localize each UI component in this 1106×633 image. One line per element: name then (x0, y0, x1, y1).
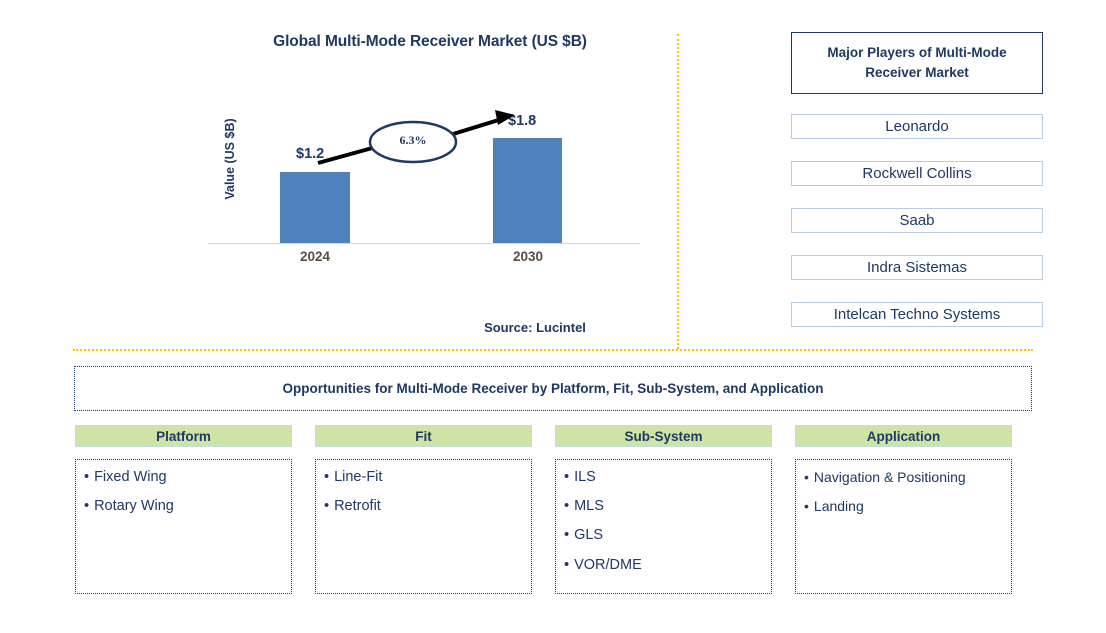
column-body-platform: • Fixed Wing • Rotary Wing (75, 459, 292, 594)
list-item-label: Rotary Wing (94, 498, 174, 515)
column-header-fit: Fit (315, 425, 532, 447)
opportunities-banner: Opportunities for Multi-Mode Receiver by… (74, 366, 1032, 411)
column-header-application: Application (795, 425, 1012, 447)
page-title: Global Multi-Mode Receiver Market (US $B… (273, 33, 587, 50)
list-item: • MLS (564, 499, 763, 514)
list-item-label: Line-Fit (334, 469, 383, 485)
horizontal-divider (73, 349, 1033, 351)
opportunity-columns: Platform • Fixed Wing • Rotary Wing Fit • L… (75, 425, 1015, 594)
bullet-icon: • (564, 498, 570, 515)
player-row[interactable]: Saab (791, 208, 1043, 233)
list-item: • ILS (564, 469, 763, 485)
major-players-panel: Major Players of Multi-Mode Receiver Mar… (791, 32, 1043, 327)
list-item: • Rotary Wing (84, 499, 283, 514)
opportunity-column-platform: Platform • Fixed Wing • Rotary Wing (75, 425, 292, 594)
opportunity-column-sub-system: Sub-System • ILS • MLS • GLS • VOR/DME (555, 425, 772, 594)
bullet-icon: • (324, 469, 330, 485)
column-body-fit: • Line-Fit • Retrofit (315, 459, 532, 594)
bullet-icon: • (804, 497, 809, 514)
list-item: • Retrofit (324, 499, 523, 514)
bullet-icon: • (84, 469, 90, 485)
column-body-application: • Navigation & Positioning • Landing (795, 459, 1012, 594)
list-item-label: VOR/DME (574, 556, 642, 573)
bullet-icon: • (84, 498, 90, 515)
cagr-arrow-icon (317, 110, 515, 165)
list-item: • Fixed Wing (84, 469, 283, 485)
bullet-icon: • (564, 556, 570, 573)
list-item-label: Navigation & Positioning (813, 469, 966, 485)
list-item: • Landing (804, 497, 1003, 514)
player-row[interactable]: Leonardo (791, 114, 1043, 139)
bullet-icon: • (564, 469, 570, 485)
list-item: • GLS (564, 528, 763, 543)
list-item: • VOR/DME (564, 556, 763, 573)
list-item-label: MLS (574, 498, 604, 515)
list-item-label: GLS (574, 527, 604, 544)
player-row[interactable]: Rockwell Collins (791, 161, 1043, 186)
vertical-divider (677, 34, 679, 349)
list-item: • Navigation & Positioning (804, 470, 1003, 485)
major-players-title: Major Players of Multi-Mode Receiver Mar… (791, 32, 1043, 94)
opportunity-column-fit: Fit • Line-Fit • Retrofit (315, 425, 532, 594)
bullet-icon: • (564, 527, 570, 544)
column-header-platform: Platform (75, 425, 292, 447)
cagr-label: 6.3% (399, 133, 427, 147)
player-row[interactable]: Intelcan Techno Systems (791, 302, 1043, 327)
list-item-label: Landing (813, 497, 864, 514)
source-label: Source: Lucintel (484, 320, 586, 335)
column-body-sub-system: • ILS • MLS • GLS • VOR/DME (555, 459, 772, 594)
bullet-icon: • (324, 498, 330, 515)
opportunity-column-application: Application • Navigation & Positioning • L… (795, 425, 1012, 594)
list-item: • Line-Fit (324, 469, 523, 485)
bar-chart: Value (US $B) $1.2 $1.8 2024 2030 6.3% (200, 100, 660, 280)
list-item-label: Fixed Wing (94, 469, 167, 485)
bullet-icon: • (804, 469, 809, 485)
list-item-label: Retrofit (334, 498, 381, 515)
column-header-sub-system: Sub-System (555, 425, 772, 447)
list-item-label: ILS (574, 469, 596, 485)
player-row[interactable]: Indra Sistemas (791, 255, 1043, 280)
